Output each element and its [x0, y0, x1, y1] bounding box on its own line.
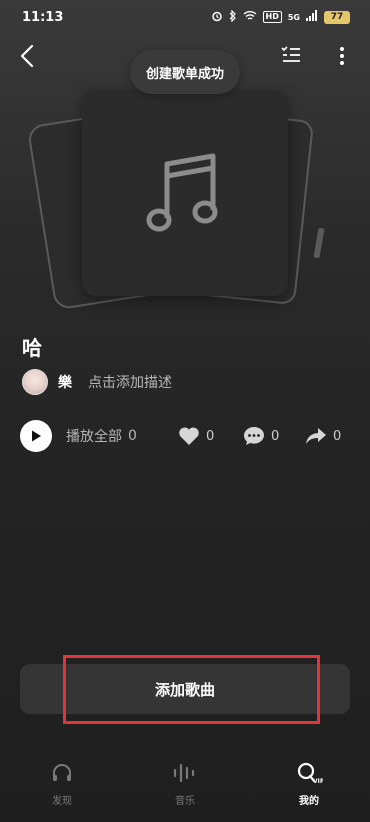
status-time: 11:13 — [22, 9, 64, 25]
heart-icon — [179, 427, 199, 445]
play-all-count: 0 — [128, 428, 137, 444]
comment-icon — [244, 427, 264, 445]
svg-text:VIP: VIP — [313, 778, 323, 784]
share-count: 0 — [333, 428, 342, 444]
owner-row: 樂 点击添加描述 — [22, 368, 172, 396]
share-arrow-icon — [306, 428, 326, 444]
owner-name[interactable]: 樂 — [58, 372, 72, 392]
play-all-label: 播放全部 — [66, 429, 122, 445]
music-note-icon — [146, 153, 218, 232]
toast-message: 创建歌单成功 — [130, 50, 240, 94]
share-button[interactable]: 0 — [305, 426, 341, 446]
checklist-icon — [281, 46, 300, 62]
more-vertical-icon — [340, 47, 344, 65]
battery-icon: 77 — [324, 10, 350, 24]
tab-mine[interactable]: VIP 我的 — [274, 762, 344, 807]
tab-label: 发现 — [52, 796, 72, 807]
tab-music[interactable]: 音乐 — [150, 762, 220, 807]
avatar[interactable] — [22, 369, 48, 395]
cover-front — [82, 90, 288, 296]
hd-badge-icon: HD — [262, 11, 282, 23]
action-row: 播放全部 0 0 0 0 — [0, 420, 370, 456]
comment-button[interactable]: 0 — [243, 426, 279, 446]
like-button[interactable]: 0 — [178, 426, 214, 446]
network-label: 5G — [287, 12, 300, 22]
play-icon — [20, 420, 52, 452]
profile-vip-icon: VIP — [297, 762, 325, 785]
tab-label: 我的 — [299, 796, 319, 807]
signal-icon — [306, 10, 318, 24]
back-button[interactable] — [16, 42, 40, 70]
status-icons: HD 5G 77 — [211, 9, 350, 25]
tab-label: 音乐 — [175, 796, 195, 807]
status-bar: 11:13 HD 5G 77 — [0, 0, 370, 34]
chevron-left-icon — [20, 44, 34, 68]
alarm-icon — [211, 10, 223, 25]
play-all-button[interactable]: 播放全部 0 — [20, 420, 137, 452]
like-count: 0 — [206, 428, 215, 444]
list-options-button[interactable] — [280, 44, 302, 66]
add-song-button[interactable]: 添加歌曲 — [20, 664, 350, 714]
bluetooth-icon — [229, 9, 237, 25]
more-button[interactable] — [334, 44, 350, 68]
waveform-icon — [173, 763, 195, 783]
headphones-icon — [53, 764, 71, 781]
tab-bar: 发现 音乐 VIP 我的 — [0, 756, 370, 822]
tab-discover[interactable]: 发现 — [27, 762, 97, 807]
add-description-link[interactable]: 点击添加描述 — [88, 372, 172, 392]
cover-tab — [313, 227, 325, 259]
playlist-cover[interactable] — [26, 88, 330, 311]
wifi-icon — [243, 10, 257, 24]
playlist-title[interactable]: 哈 — [22, 332, 42, 361]
comment-count: 0 — [271, 428, 280, 444]
